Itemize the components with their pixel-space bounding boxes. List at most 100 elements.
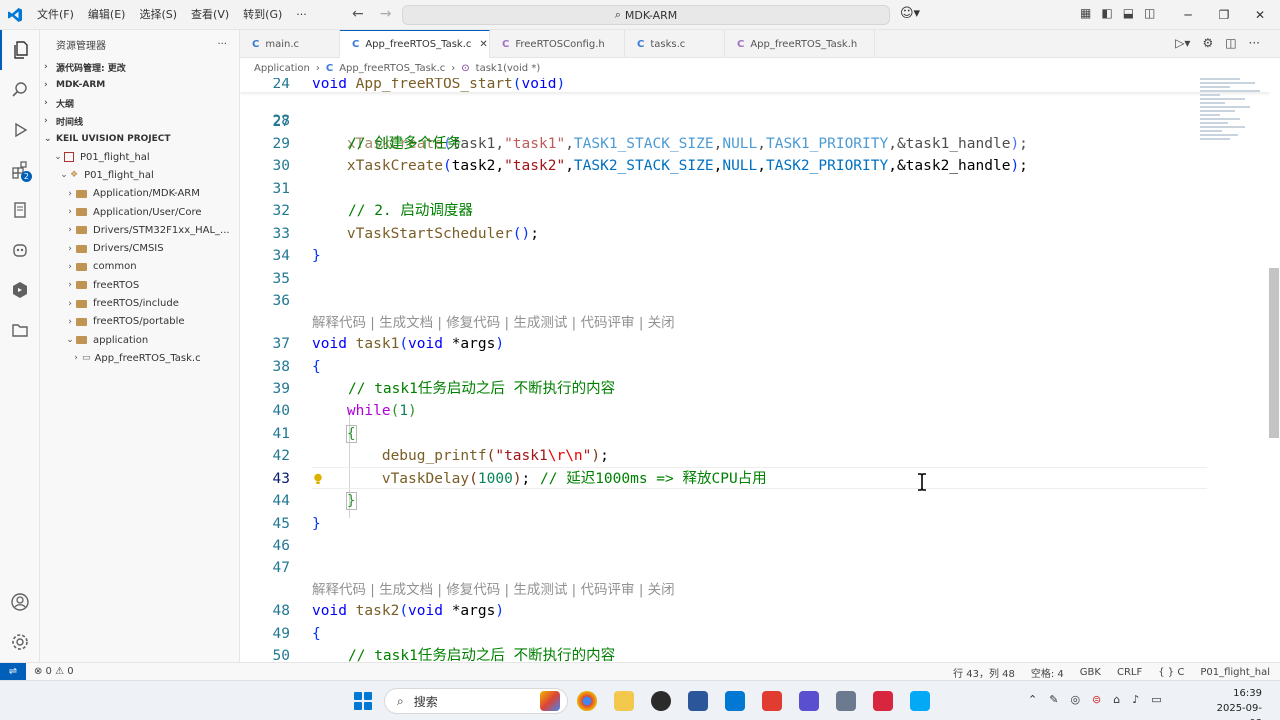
command-center[interactable]: ⌕ MDK-ARM (402, 5, 890, 25)
wps-icon[interactable] (873, 691, 893, 711)
stm32cubemx-icon[interactable] (910, 691, 930, 711)
toggle-panel-icon[interactable]: ⬓ (1123, 6, 1134, 20)
chrome-icon[interactable] (577, 691, 597, 711)
tree-item-folder[interactable]: › Application/MDK-ARM (40, 185, 239, 203)
breadcrumb-file[interactable]: App_freeRTOS_Task.c (339, 63, 445, 74)
network-icon[interactable]: ⌂ (1113, 693, 1120, 706)
keil-project-status[interactable]: P01_flight_hal (1200, 667, 1270, 678)
tab-freertosconfig-h[interactable]: C FreeRTOSConfig.h (490, 30, 625, 58)
menu-more[interactable]: ··· (289, 0, 314, 30)
tray-app-icon[interactable]: ✎ (1049, 693, 1058, 706)
vscode-taskbar-icon[interactable] (725, 691, 745, 711)
settings-icon[interactable]: ⚙ (1202, 36, 1213, 50)
remote-indicator-icon[interactable]: ⇌ (0, 662, 26, 681)
breadcrumb-symbol[interactable]: task1(void *) (476, 63, 541, 74)
line-number: 37 (272, 336, 290, 352)
tab-main-c[interactable]: Cmain.c (240, 30, 340, 58)
cursor-position[interactable]: 行 43，列 48 (953, 665, 1015, 680)
codelens-actions[interactable]: 解释代码 | 生成文档 | 修复代码 | 生成测试 | 代码评审 | 关闭 (312, 579, 675, 601)
tab-app-freertos-task-h[interactable]: C App_freeRTOS_Task.h (725, 30, 875, 58)
section-timeline[interactable]: › 时间线 (40, 112, 239, 130)
minimap[interactable] (1200, 78, 1268, 158)
indentation[interactable]: 空格: 4 (1031, 665, 1064, 680)
problems-indicator[interactable]: ⊗ 0 ⚠ 0 (34, 666, 74, 677)
tray-app-icon[interactable]: ◎ (1070, 693, 1080, 706)
section-mdk-arm[interactable]: › MDK-ARM (40, 76, 239, 94)
close-icon[interactable]: ✕ (1242, 0, 1278, 30)
section-source-control[interactable]: › 源代码管理: 更改 (40, 58, 239, 76)
clock-time: 16:39 (1233, 688, 1262, 699)
section-keil-project[interactable]: ⌄ KEIL UVISION PROJECT (40, 130, 239, 148)
codelens-actions[interactable]: 解释代码 | 生成文档 | 修复代码 | 生成测试 | 代码评审 | 关闭 (312, 312, 675, 334)
folder-icon (76, 189, 87, 198)
menu-edit[interactable]: 编辑(E) (81, 0, 133, 30)
menu-view[interactable]: 查看(V) (184, 0, 236, 30)
toggle-sidebar-icon[interactable]: ◧ (1101, 6, 1112, 20)
tray-app-icon[interactable]: ⊜ (1092, 693, 1101, 706)
language-mode[interactable]: { } C (1158, 667, 1184, 678)
tree-item-folder[interactable]: › Drivers/STM32F1xx_HAL_... (40, 221, 239, 239)
extensions-icon[interactable]: 2 (0, 150, 40, 190)
tree-item-folder[interactable]: › freeRTOS (40, 276, 239, 294)
volume-icon[interactable]: ♪ (1132, 693, 1139, 706)
copilot-chat-icon[interactable] (0, 230, 40, 270)
books-icon[interactable] (799, 691, 819, 711)
toggle-secondary-sidebar-icon[interactable]: ◫ (1144, 6, 1155, 20)
breadcrumb-folder[interactable]: Application (254, 63, 310, 74)
tree-item-target[interactable]: ⌄ ❖ P01_flight_hal (40, 166, 239, 184)
run-code-icon[interactable]: ▷▾ (1175, 36, 1190, 50)
scrollbar-thumb[interactable] (1269, 268, 1279, 438)
account-icon[interactable] (0, 582, 40, 622)
tab-app-freertos-task-c[interactable]: C App_freeRTOS_Task.c ✕ (340, 30, 490, 58)
sticky-scroll-line[interactable]: 24 void App_freeRTOS_start(void) (240, 78, 1270, 92)
xmind-icon[interactable] (762, 691, 782, 711)
menu-file[interactable]: 文件(F) (30, 0, 81, 30)
settings-gear-icon[interactable] (0, 622, 40, 662)
windows-start-icon[interactable] (354, 692, 372, 710)
split-editor-icon[interactable]: ◫ (1225, 36, 1236, 50)
menu-go[interactable]: 转到(G) (236, 0, 289, 30)
tree-item-folder[interactable]: › common (40, 258, 239, 276)
camera-icon[interactable] (836, 691, 856, 711)
codelens-task1[interactable]: 解释代码 | 生成文档 | 修复代码 | 生成测试 | 代码评审 | 关闭 (240, 312, 1270, 334)
tree-item-folder[interactable]: › Application/User/Core (40, 203, 239, 221)
folder-icon[interactable] (0, 310, 40, 350)
battery-icon[interactable]: ▭ (1151, 693, 1161, 706)
explorer-icon[interactable] (0, 30, 40, 70)
codelens-task2[interactable]: 解释代码 | 生成文档 | 修复代码 | 生成测试 | 代码评审 | 关闭 (240, 579, 1270, 601)
tree-item-project[interactable]: ⌄ P01_flight_hal (40, 148, 239, 166)
widgets-app-icon[interactable] (540, 691, 560, 711)
code-editor[interactable]: 27 xTaskCreate(task1,"task1",TASK1_STACK… (240, 78, 1270, 662)
tab-close-icon[interactable]: ✕ (479, 39, 487, 50)
tree-item-folder[interactable]: › freeRTOS/portable (40, 313, 239, 331)
tree-item-folder[interactable]: ⌄ application (40, 331, 239, 349)
clock[interactable]: 16:39 2025-09-08 (1212, 686, 1262, 720)
menu-selection[interactable]: 选择(S) (132, 0, 184, 30)
file-encoding[interactable]: GBK (1080, 667, 1101, 678)
more-actions-icon[interactable]: ··· (1249, 36, 1260, 50)
section-outline[interactable]: › 大纲 (40, 94, 239, 112)
restore-icon[interactable]: ❐ (1206, 0, 1242, 30)
copilot-icon[interactable]: ☺▾ (900, 6, 920, 21)
search-icon[interactable] (0, 70, 40, 110)
back-arrow-icon[interactable]: ← (352, 6, 364, 22)
chevron-up-icon[interactable]: ⌃ (1028, 693, 1037, 706)
customize-layout-icon[interactable]: ▦ (1080, 6, 1091, 20)
tree-item-file[interactable]: › ▭ App_freeRTOS_Task.c (40, 349, 239, 367)
github-icon[interactable] (651, 691, 671, 711)
end-of-line[interactable]: CRLF (1117, 667, 1142, 678)
tree-item-folder[interactable]: › freeRTOS/include (40, 294, 239, 312)
folder-icon (76, 244, 87, 253)
run-debug-icon[interactable] (0, 110, 40, 150)
file-explorer-icon[interactable] (614, 691, 634, 711)
sidebar-more-icon[interactable]: ··· (217, 39, 227, 50)
tab-tasks-c[interactable]: Ctasks.c (625, 30, 725, 58)
minimize-icon[interactable]: ─ (1170, 0, 1206, 30)
vertical-scrollbar[interactable] (1268, 78, 1280, 662)
lightbulb-icon[interactable] (313, 473, 323, 485)
tree-item-folder[interactable]: › Drivers/CMSIS (40, 239, 239, 257)
word-icon[interactable] (688, 691, 708, 711)
keil-extension-icon[interactable] (0, 270, 40, 310)
forward-arrow-icon[interactable]: → (380, 6, 392, 22)
testing-icon[interactable] (0, 190, 40, 230)
